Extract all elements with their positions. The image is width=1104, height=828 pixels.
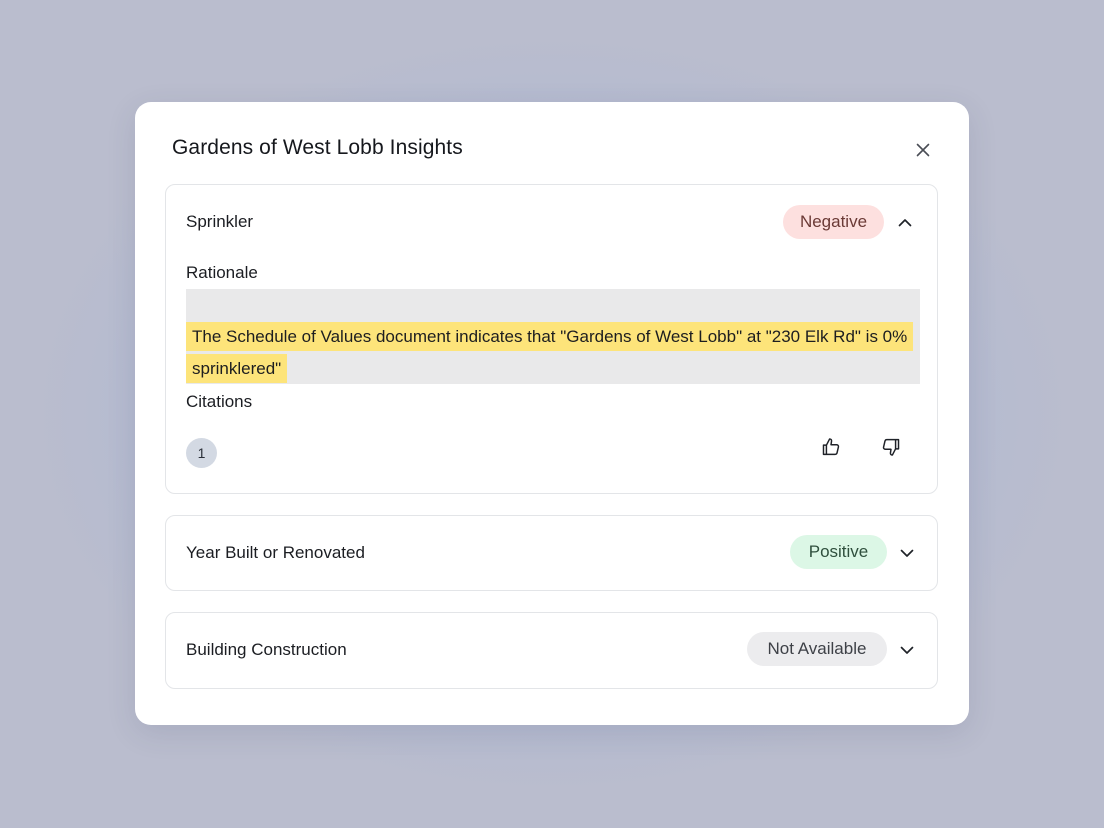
insight-header-sprinkler[interactable]: Sprinkler Negative — [166, 185, 937, 259]
insight-card-sprinkler: Sprinkler Negative Rationale The Schedul… — [165, 184, 938, 494]
close-button[interactable] — [911, 138, 935, 162]
expand-toggle[interactable] — [898, 641, 916, 659]
insights-modal: Gardens of West Lobb Insights Sprinkler … — [135, 102, 969, 725]
insight-card-building-construction[interactable]: Building Construction Not Available — [165, 612, 938, 689]
status-badge-not-available: Not Available — [747, 632, 887, 666]
insight-title: Building Construction — [186, 640, 347, 659]
rationale-label: Rationale — [186, 263, 258, 282]
thumbs-down-button[interactable] — [879, 435, 903, 459]
modal-title: Gardens of West Lobb Insights — [172, 136, 463, 159]
chevron-down-icon — [900, 549, 914, 557]
citation-chip[interactable]: 1 — [186, 438, 217, 468]
rationale-text: The Schedule of Values document indicate… — [186, 321, 920, 384]
expand-toggle[interactable] — [898, 544, 916, 562]
thumbs-up-icon — [822, 438, 840, 456]
thumbs-down-icon — [882, 438, 900, 456]
status-badge-positive: Positive — [790, 535, 887, 569]
rationale-highlight: The Schedule of Values document indicate… — [186, 322, 914, 383]
status-badge-negative: Negative — [783, 205, 884, 239]
insight-title: Year Built or Renovated — [186, 543, 365, 562]
chevron-down-icon — [900, 646, 914, 654]
insight-title: Sprinkler — [186, 212, 254, 231]
close-icon — [916, 143, 930, 157]
insight-card-year-built[interactable]: Year Built or Renovated Positive — [165, 515, 938, 591]
rationale-box: The Schedule of Values document indicate… — [186, 289, 920, 384]
collapse-toggle[interactable] — [896, 213, 914, 231]
chevron-up-icon — [898, 218, 912, 226]
thumbs-up-button[interactable] — [819, 435, 843, 459]
citations-label: Citations — [186, 392, 253, 411]
